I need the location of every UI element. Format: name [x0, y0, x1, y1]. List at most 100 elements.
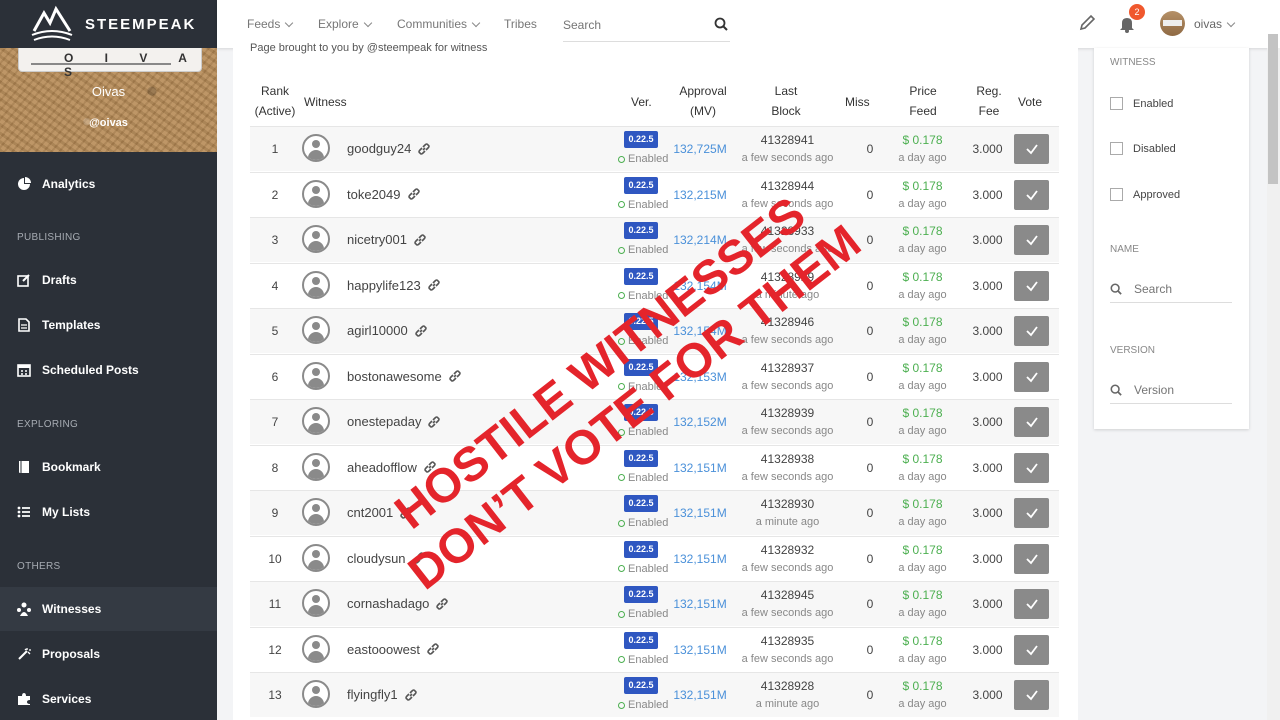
witness-name[interactable]: cloudysun: [347, 551, 426, 566]
link-icon[interactable]: [427, 278, 441, 292]
witness-avatar-icon[interactable]: [302, 316, 330, 344]
approval-value[interactable]: 132,151M: [670, 461, 730, 475]
approval-value[interactable]: 132,151M: [670, 597, 730, 611]
nav-communities[interactable]: Communities: [397, 17, 481, 31]
profile-handle[interactable]: @oivas: [0, 117, 217, 129]
header-rank[interactable]: Rank (Active): [250, 81, 300, 121]
witness-name[interactable]: flyingfly1: [347, 687, 418, 702]
link-icon[interactable]: [423, 460, 437, 474]
approval-value[interactable]: 132,151M: [670, 643, 730, 657]
header-last-block[interactable]: Last Block: [756, 81, 816, 121]
vote-button[interactable]: [1014, 134, 1049, 164]
link-icon[interactable]: [399, 506, 413, 520]
witness-avatar-icon[interactable]: [302, 498, 330, 526]
sidebar-item-proposals[interactable]: Proposals: [0, 632, 217, 676]
sidebar-item-drafts[interactable]: Drafts: [0, 258, 217, 302]
approval-value[interactable]: 132,151M: [670, 506, 730, 520]
link-icon[interactable]: [435, 597, 449, 611]
link-icon[interactable]: [417, 142, 431, 156]
header-price-feed[interactable]: Price Feed: [898, 81, 948, 121]
name-search-input[interactable]: [1134, 281, 1224, 296]
approval-value[interactable]: 132,151M: [670, 552, 730, 566]
nav-explore[interactable]: Explore: [318, 17, 372, 31]
vote-button[interactable]: [1014, 270, 1049, 301]
vote-button[interactable]: [1014, 225, 1049, 255]
link-icon[interactable]: [426, 642, 440, 656]
link-icon[interactable]: [413, 233, 427, 247]
header-version[interactable]: Ver.: [631, 92, 652, 112]
witness-avatar-icon[interactable]: [302, 225, 330, 253]
sidebar-item-bookmark[interactable]: Bookmark: [0, 445, 217, 489]
logo-bar[interactable]: STEEMPEAK: [0, 0, 217, 48]
sidebar-item-witnesses[interactable]: Witnesses: [0, 587, 217, 631]
vote-button[interactable]: [1014, 407, 1049, 437]
approval-value[interactable]: 132,154M: [670, 279, 730, 293]
link-icon[interactable]: [448, 369, 462, 383]
vote-button[interactable]: [1014, 498, 1049, 528]
vote-button[interactable]: [1014, 543, 1049, 574]
vote-button[interactable]: [1014, 680, 1049, 710]
header-miss[interactable]: Miss: [845, 92, 870, 112]
witness-name[interactable]: cnt2001: [347, 505, 413, 520]
witness-avatar-icon[interactable]: [302, 407, 330, 435]
witness-name[interactable]: happylife123: [347, 278, 441, 293]
approval-value[interactable]: 132,151M: [670, 688, 730, 702]
witness-avatar-icon[interactable]: [302, 134, 330, 162]
header-approval[interactable]: Approval (MV): [673, 81, 733, 121]
sidebar-item-templates[interactable]: Templates: [0, 303, 217, 347]
witness-name[interactable]: goodguy24: [347, 141, 431, 156]
sidebar-item-services[interactable]: Services: [0, 677, 217, 720]
pencil-icon[interactable]: [1079, 14, 1095, 32]
witness-avatar-icon[interactable]: [302, 634, 330, 663]
vote-button[interactable]: [1014, 316, 1049, 346]
witness-name[interactable]: agirl10000: [347, 323, 428, 338]
vote-button[interactable]: [1014, 452, 1049, 483]
nav-tribes[interactable]: Tribes: [504, 17, 537, 31]
witness-avatar-icon[interactable]: [302, 270, 330, 299]
witness-name[interactable]: aheadofflow: [347, 460, 437, 475]
approval-value[interactable]: 132,214M: [670, 233, 730, 247]
profile-name[interactable]: Oivas: [0, 84, 217, 99]
link-icon[interactable]: [414, 324, 428, 338]
filter-approved-checkbox[interactable]: Approved: [1110, 188, 1180, 201]
sidebar-item-scheduled-posts[interactable]: Scheduled Posts: [0, 348, 217, 392]
approval-value[interactable]: 132,154M: [670, 324, 730, 338]
link-icon[interactable]: [404, 688, 418, 702]
search-icon[interactable]: [714, 17, 728, 31]
vote-button[interactable]: [1014, 179, 1049, 210]
approval-value[interactable]: 132,152M: [670, 415, 730, 429]
witness-avatar-icon[interactable]: [302, 452, 330, 481]
version-search-input[interactable]: [1134, 382, 1224, 397]
filter-enabled-checkbox[interactable]: Enabled: [1110, 97, 1173, 110]
approval-value[interactable]: 132,215M: [670, 188, 730, 202]
witness-avatar-icon[interactable]: [302, 179, 330, 208]
scrollbar-thumb[interactable]: [1268, 34, 1278, 184]
vote-button[interactable]: [1014, 634, 1049, 665]
search-input[interactable]: [563, 18, 703, 32]
link-icon[interactable]: [407, 187, 421, 201]
header-witness[interactable]: Witness: [304, 92, 347, 112]
link-icon[interactable]: [427, 415, 441, 429]
witness-avatar-icon[interactable]: [302, 680, 330, 708]
filter-disabled-checkbox[interactable]: Disabled: [1110, 142, 1176, 155]
witness-name[interactable]: nicetry001: [347, 232, 427, 247]
witness-avatar-icon[interactable]: [302, 543, 330, 572]
vote-button[interactable]: [1014, 589, 1049, 619]
approval-value[interactable]: 132,153M: [670, 370, 730, 384]
avatar[interactable]: [1160, 11, 1185, 36]
witness-avatar-icon[interactable]: [302, 589, 330, 617]
witness-name[interactable]: onestepaday: [347, 414, 441, 429]
link-icon[interactable]: [412, 551, 426, 565]
witness-name[interactable]: cornashadago: [347, 596, 449, 611]
sidebar-item-analytics[interactable]: Analytics: [0, 162, 217, 206]
witness-avatar-icon[interactable]: [302, 361, 330, 390]
witness-name[interactable]: toke2049: [347, 187, 421, 202]
sidebar-item-my-lists[interactable]: My Lists: [0, 490, 217, 534]
approval-value[interactable]: 132,725M: [670, 142, 730, 156]
nav-feeds[interactable]: Feeds: [247, 17, 294, 31]
vote-button[interactable]: [1014, 361, 1049, 392]
header-reg-fee[interactable]: Reg. Fee: [966, 81, 1012, 121]
user-menu[interactable]: oivas: [1194, 17, 1236, 31]
witness-name[interactable]: bostonawesome: [347, 369, 462, 384]
witness-name[interactable]: eastooowest: [347, 642, 440, 657]
